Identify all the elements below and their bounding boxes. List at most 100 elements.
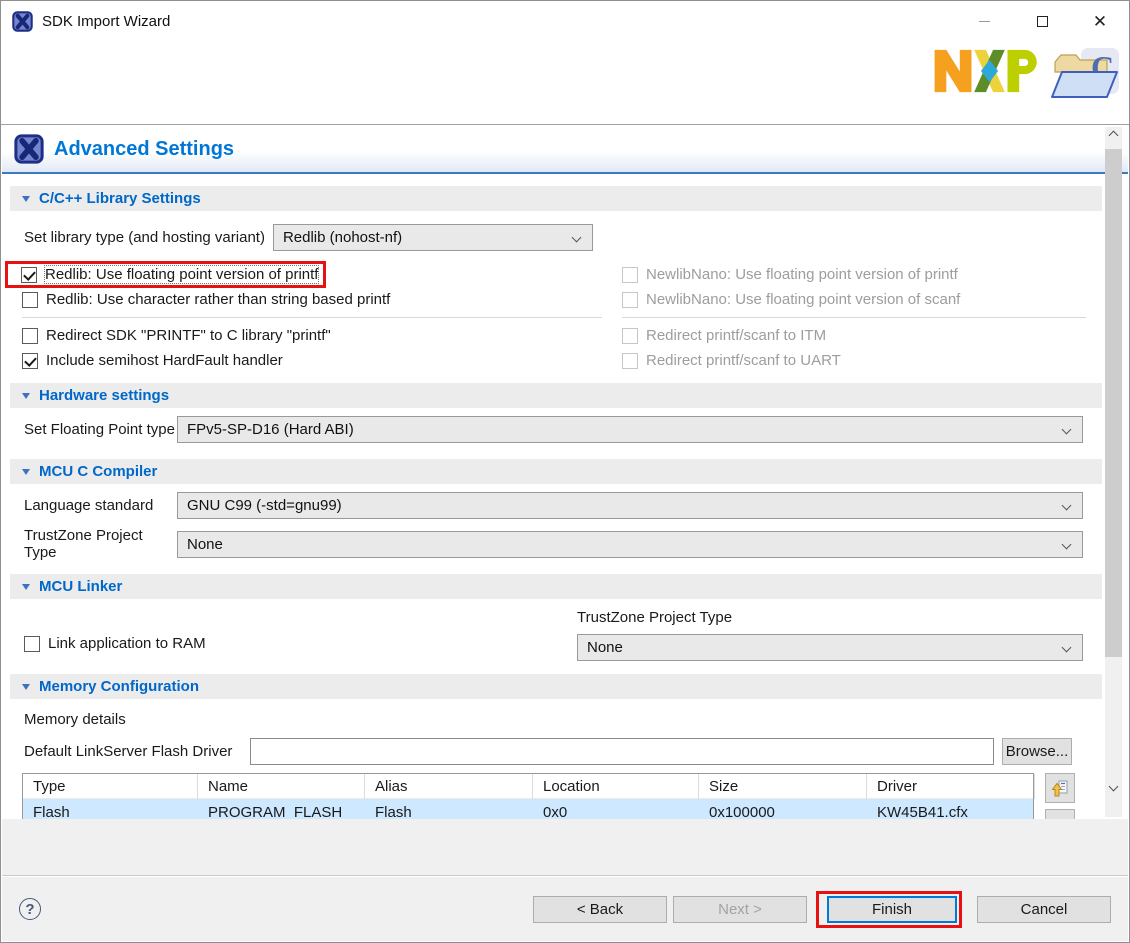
- language-standard-dropdown[interactable]: GNU C99 (-std=gnu99): [177, 492, 1083, 519]
- cell-location: 0x0: [533, 804, 699, 819]
- column-header-location[interactable]: Location: [533, 774, 699, 799]
- help-button[interactable]: ?: [19, 898, 41, 920]
- library-type-dropdown[interactable]: Redlib (nohost-nf): [273, 224, 593, 251]
- memory-table-zone: Type Name Alias Location Size Driver Fla…: [22, 773, 1102, 819]
- annotation-red-box-finish: Finish: [816, 891, 962, 928]
- chevron-down-icon: [1109, 782, 1119, 792]
- title-bar: SDK Import Wizard ✕: [1, 1, 1129, 41]
- chevron-down-icon: [1062, 501, 1072, 511]
- collapse-triangle-icon: [22, 196, 30, 202]
- memory-table-side-buttons: [1045, 773, 1075, 819]
- collapse-triangle-icon: [22, 469, 30, 475]
- separator: [622, 317, 1086, 318]
- finish-button[interactable]: Finish: [827, 896, 957, 923]
- memory-details-label: Memory details: [24, 711, 1102, 728]
- chevron-down-icon: [1062, 643, 1072, 653]
- flash-driver-label: Default LinkServer Flash Driver: [24, 743, 250, 760]
- checkbox-redlib-char-printf[interactable]: [22, 292, 38, 308]
- page-title: Advanced Settings: [54, 138, 234, 161]
- floating-point-dropdown[interactable]: FPv5-SP-D16 (Hard ABI): [177, 416, 1083, 443]
- trustzone-type-value: None: [187, 536, 223, 553]
- checkbox-row-redlib-float-printf: Redlib: Use floating point version of pr…: [2, 262, 602, 287]
- column-header-size[interactable]: Size: [699, 774, 867, 799]
- close-icon: ✕: [1093, 13, 1107, 30]
- vertical-scrollbar[interactable]: [1105, 127, 1122, 817]
- linker-right-column: TrustZone Project Type None: [577, 609, 1083, 661]
- language-standard-label: Language standard: [24, 497, 177, 514]
- back-button[interactable]: < Back: [533, 896, 667, 923]
- column-header-type[interactable]: Type: [23, 774, 198, 799]
- mcuxpresso-banner-icon: [14, 134, 44, 164]
- checkbox-row-newlibnano-printf: NewlibNano: Use floating point version o…: [602, 262, 1102, 287]
- chevron-down-icon: [1062, 539, 1072, 549]
- close-button[interactable]: ✕: [1071, 1, 1129, 41]
- checkbox-link-to-ram[interactable]: [24, 636, 40, 652]
- move-up-button[interactable]: [1045, 773, 1075, 803]
- scroll-up-button[interactable]: [1105, 127, 1122, 144]
- checkbox-redirect-itm: [622, 328, 638, 344]
- library-checkbox-column-right: NewlibNano: Use floating point version o…: [602, 262, 1102, 373]
- section-title: MCU C Compiler: [39, 463, 157, 480]
- section-memory-configuration[interactable]: Memory Configuration: [10, 674, 1102, 699]
- move-down-button[interactable]: [1045, 809, 1075, 819]
- cell-alias: Flash: [365, 804, 533, 819]
- move-up-icon: [1051, 779, 1069, 797]
- window-controls: ✕: [955, 1, 1129, 41]
- column-header-driver[interactable]: Driver: [867, 774, 1035, 799]
- checkbox-label: NewlibNano: Use floating point version o…: [646, 291, 960, 308]
- checkbox-redlib-float-printf[interactable]: [21, 267, 37, 283]
- chevron-down-icon: [572, 233, 582, 243]
- cancel-button[interactable]: Cancel: [977, 896, 1111, 923]
- scrollbar-thumb[interactable]: [1105, 149, 1122, 657]
- column-header-name[interactable]: Name: [198, 774, 365, 799]
- section-title: MCU Linker: [39, 578, 122, 595]
- maximize-button[interactable]: [1013, 1, 1071, 41]
- checkbox-newlibnano-printf: [622, 267, 638, 283]
- checkbox-label: Link application to RAM: [48, 635, 206, 652]
- floating-point-label: Set Floating Point type: [24, 421, 177, 438]
- column-header-alias[interactable]: Alias: [365, 774, 533, 799]
- checkbox-row-redirect-uart: Redirect printf/scanf to UART: [602, 348, 1102, 373]
- checkbox-semihost-hardfault[interactable]: [22, 353, 38, 369]
- library-type-label: Set library type (and hosting variant): [24, 229, 265, 246]
- linker-trustzone-value: None: [587, 639, 623, 656]
- section-hardware-settings[interactable]: Hardware settings: [10, 383, 1102, 408]
- library-checkbox-grid: Redlib: Use floating point version of pr…: [2, 262, 1102, 373]
- header-logo-zone: C: [1, 41, 1129, 125]
- sdk-import-wizard-window: SDK Import Wizard ✕ C Adv: [0, 0, 1130, 943]
- settings-scroll-region: C/C++ Library Settings Set library type …: [2, 176, 1102, 819]
- checkbox-row-link-to-ram: Link application to RAM: [2, 631, 206, 656]
- checkbox-label: Include semihost HardFault handler: [46, 352, 283, 369]
- annotation-red-box[interactable]: Redlib: Use floating point version of pr…: [5, 261, 326, 288]
- section-title: Hardware settings: [39, 387, 169, 404]
- cell-driver: KW45B41.cfx: [867, 804, 1035, 819]
- wizard-button-bar: ? < Back Next > Finish Cancel: [2, 877, 1128, 941]
- next-button: Next >: [673, 896, 807, 923]
- section-title: Memory Configuration: [39, 678, 199, 695]
- trustzone-type-dropdown[interactable]: None: [177, 531, 1083, 558]
- minimize-button[interactable]: [955, 1, 1013, 41]
- library-checkbox-column-left: Redlib: Use floating point version of pr…: [2, 262, 602, 373]
- c-project-folder-icon: C: [1049, 46, 1121, 102]
- linker-grid: Link application to RAM TrustZone Projec…: [2, 609, 1083, 661]
- section-mcu-linker[interactable]: MCU Linker: [10, 574, 1102, 599]
- chevron-down-icon: [1062, 425, 1072, 435]
- section-library-settings[interactable]: C/C++ Library Settings: [10, 186, 1102, 211]
- nxp-logo: [931, 46, 1039, 96]
- checkbox-label: Redirect printf/scanf to ITM: [646, 327, 826, 344]
- minimize-icon: [979, 21, 990, 22]
- linker-trustzone-dropdown[interactable]: None: [577, 634, 1083, 661]
- checkbox-redirect-sdk-printf[interactable]: [22, 328, 38, 344]
- flash-driver-input[interactable]: [250, 738, 994, 765]
- cell-size: 0x100000: [699, 804, 867, 819]
- browse-button[interactable]: Browse...: [1002, 738, 1072, 765]
- language-standard-row: Language standard GNU C99 (-std=gnu99): [24, 492, 1083, 519]
- library-type-row: Set library type (and hosting variant) R…: [24, 224, 1102, 251]
- table-row[interactable]: Flash PROGRAM_FLASH Flash 0x0 0x100000 K…: [23, 799, 1033, 819]
- page-banner: Advanced Settings: [2, 126, 1128, 174]
- cell-type: Flash: [23, 804, 198, 819]
- scroll-down-button[interactable]: [1105, 778, 1122, 795]
- checkbox-redirect-uart: [622, 353, 638, 369]
- section-mcu-c-compiler[interactable]: MCU C Compiler: [10, 459, 1102, 484]
- checkbox-row-redlib-char-printf: Redlib: Use character rather than string…: [2, 287, 602, 312]
